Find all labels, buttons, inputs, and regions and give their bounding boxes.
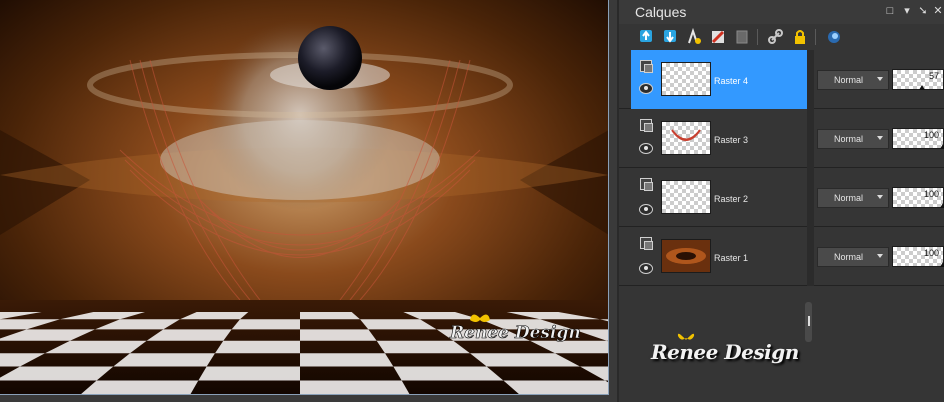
layer-thumbnail <box>661 239 711 273</box>
opacity-value: 57 <box>928 71 939 81</box>
panel-watermark: Renee Design <box>651 340 799 364</box>
opacity-slider[interactable]: 100 <box>892 128 944 149</box>
lock-icon[interactable] <box>791 28 809 46</box>
floor-tile <box>300 312 360 320</box>
blend-mode-value: Normal <box>834 75 864 85</box>
group-column <box>807 109 814 168</box>
layer-row-raster-2[interactable]: Raster 2 Normal 100 <box>619 168 944 227</box>
opacity-marker[interactable] <box>940 203 944 208</box>
pin-icon[interactable]: ➘ <box>917 5 929 17</box>
floor-tile <box>503 380 608 394</box>
toolbar-separator <box>815 29 816 45</box>
group-column <box>807 227 814 286</box>
link-icon[interactable] <box>767 28 785 46</box>
floor-tile <box>215 340 300 354</box>
merge-down-icon[interactable] <box>661 28 679 46</box>
opacity-value: 100 <box>923 189 939 199</box>
floor-tile <box>300 353 394 367</box>
delete-layer-icon[interactable] <box>709 28 727 46</box>
floor-tile <box>300 380 410 394</box>
canvas-watermark: Renee Design <box>449 323 581 343</box>
blend-mode-value: Normal <box>834 134 864 144</box>
layer-list-empty-area: Renee Design <box>619 288 944 402</box>
group-column <box>807 50 814 109</box>
panel-header: Calques □ ▾ ➘ ✕ <box>619 0 944 24</box>
image-canvas-frame: Renee Design <box>0 0 617 402</box>
canvas-vertical-gutter <box>609 0 617 402</box>
background-thumbnail <box>662 240 710 272</box>
blend-mode-value: Normal <box>834 252 864 262</box>
group-column <box>807 168 814 227</box>
floor-tile <box>0 366 114 381</box>
group-icon[interactable] <box>733 28 751 46</box>
layers-toolbar <box>619 24 944 50</box>
eye-icon[interactable] <box>639 83 653 94</box>
raster-layer-icon <box>640 178 653 191</box>
layer-name: Raster 3 <box>714 135 749 145</box>
splitter-grip[interactable] <box>808 316 810 326</box>
blend-mode-select[interactable]: Normal <box>817 188 889 208</box>
eye-icon[interactable] <box>639 263 653 274</box>
canvas-artwork: Renee Design <box>0 0 608 394</box>
layer-name: Raster 1 <box>714 253 749 263</box>
raster-layer-icon <box>640 237 653 250</box>
layer-name: Raster 4 <box>714 76 749 86</box>
blend-mode-select[interactable]: Normal <box>817 247 889 267</box>
floor-tile <box>393 366 504 381</box>
opacity-value: 100 <box>923 130 939 140</box>
toolbar-separator <box>757 29 758 45</box>
floor-tile <box>113 353 215 367</box>
layer-row-raster-4[interactable]: Raster 4 Normal 57 <box>619 50 944 109</box>
blend-mode-select[interactable]: Normal <box>817 70 889 90</box>
layer-row-raster-1[interactable]: Raster 1 Normal 100 <box>619 227 944 286</box>
chevron-down-icon <box>877 77 883 81</box>
opacity-marker[interactable] <box>918 85 925 90</box>
opacity-slider[interactable]: 100 <box>892 187 944 208</box>
visibility-toggle-icon[interactable] <box>825 28 843 46</box>
chevron-down-icon <box>877 195 883 199</box>
close-icon[interactable]: ✕ <box>932 5 944 17</box>
opacity-slider[interactable]: 57 <box>892 69 944 90</box>
eye-icon[interactable] <box>639 143 653 154</box>
floor-tile <box>81 380 199 394</box>
opacity-slider[interactable]: 100 <box>892 246 944 267</box>
layer-name: Raster 2 <box>714 194 749 204</box>
layer-list: Raster 4 Normal 57 Raster 3 Normal 100 R… <box>619 50 944 288</box>
restore-icon[interactable]: □ <box>884 5 896 17</box>
opacity-marker[interactable] <box>940 144 944 149</box>
raster-layer-icon <box>640 119 653 132</box>
new-mask-icon[interactable] <box>685 28 703 46</box>
layers-panel: Calques □ ▾ ➘ ✕ Raster 4 Normal 57 Raste… <box>617 0 944 402</box>
raster-layer-icon <box>640 60 653 73</box>
blend-mode-value: Normal <box>834 193 864 203</box>
new-layer-icon[interactable] <box>637 28 655 46</box>
opacity-marker[interactable] <box>940 262 944 267</box>
opacity-value: 100 <box>923 248 939 258</box>
chevron-down-icon <box>877 254 883 258</box>
blend-mode-select[interactable]: Normal <box>817 129 889 149</box>
string-art-thumbnail <box>671 129 701 141</box>
floor-tile <box>231 319 300 330</box>
image-canvas[interactable]: Renee Design <box>0 0 609 395</box>
layer-row-raster-3[interactable]: Raster 3 Normal 100 <box>619 109 944 168</box>
layer-thumbnail <box>661 62 711 96</box>
dropdown-icon[interactable]: ▾ <box>901 5 913 17</box>
panel-title: Calques <box>635 4 687 20</box>
floor-tile <box>300 329 377 341</box>
chevron-down-icon <box>877 136 883 140</box>
layer-thumbnail <box>661 121 711 155</box>
layer-thumbnail <box>661 180 711 214</box>
floor-tile <box>198 366 300 381</box>
canvas-horizontal-gutter <box>0 395 617 402</box>
eye-icon[interactable] <box>639 204 653 215</box>
